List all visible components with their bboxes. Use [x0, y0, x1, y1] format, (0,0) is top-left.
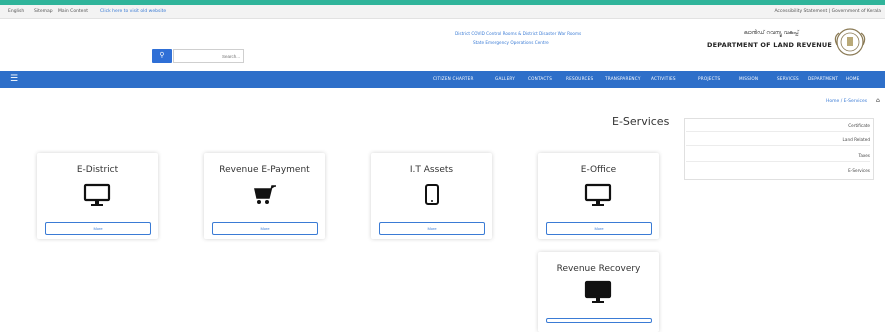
service-card-e-office: E-Office More — [538, 153, 659, 239]
department-name-malayalam: ലാൻഡ് റവന്യൂ വകുപ്പ് — [744, 30, 799, 36]
nav-item-projects[interactable]: PROJECTS — [698, 76, 720, 81]
service-card-revenue-recovery: Revenue Recovery — [538, 252, 659, 332]
department-name[interactable]: DEPARTMENT OF LAND REVENUE — [707, 41, 832, 49]
nav-item-gallery[interactable]: GALLERY — [495, 76, 515, 81]
service-card-it-assets: I.T Assets More — [371, 153, 492, 239]
more-button[interactable]: More — [379, 222, 485, 235]
old-website-link[interactable]: Click here to visit old website — [100, 9, 166, 14]
state-emblem-icon — [834, 28, 866, 56]
nav-item-transparency[interactable]: TRANSPARENCY — [605, 76, 641, 81]
search-icon: ⚲ — [159, 52, 165, 59]
page-title: E-Services — [612, 115, 670, 128]
monitor-icon — [584, 280, 612, 303]
service-card-e-district: E-District More — [37, 153, 158, 239]
nav-item-home[interactable]: HOME — [846, 76, 860, 81]
sidebar-item-certificate[interactable]: Certificate — [686, 120, 870, 132]
announcement-link-emergency-centre[interactable]: State Emergency Operations Centre — [473, 40, 549, 45]
search-button[interactable]: ⚲ — [152, 49, 172, 63]
nav-item-department[interactable]: DEPARTMENT — [808, 76, 838, 81]
breadcrumb[interactable]: Home / E-Services — [826, 99, 867, 104]
announcement-link-control-rooms[interactable]: District COVID Control Rooms & District … — [455, 31, 581, 36]
card-title: Revenue E-Payment — [219, 165, 310, 175]
sidebar-item-land-related[interactable]: Land Related — [686, 134, 870, 146]
tablet-icon — [425, 184, 439, 205]
accessibility-links[interactable]: Accessibility Statement | Government of … — [774, 9, 881, 14]
nav-item-contacts[interactable]: CONTACTS — [528, 76, 552, 81]
search-input[interactable] — [173, 49, 244, 63]
more-button[interactable]: More — [546, 222, 652, 235]
cart-icon — [254, 185, 276, 204]
nav-item-activities[interactable]: ACTIVITIES — [651, 76, 676, 81]
topbar-link-sitemap[interactable]: Sitemap — [34, 9, 53, 14]
monitor-icon — [83, 183, 111, 206]
card-title: E-Office — [580, 165, 617, 175]
card-title: Revenue Recovery — [556, 264, 641, 274]
card-title: I.T Assets — [409, 165, 454, 175]
nav-item-resources[interactable]: RESOURCES — [566, 76, 593, 81]
card-title: E-District — [76, 165, 119, 175]
sidebar-item-e-services[interactable]: E-Services — [686, 165, 870, 177]
more-button[interactable]: More — [45, 222, 151, 235]
nav-item-citizen-charter[interactable]: CITIZEN CHARTER — [433, 76, 474, 81]
topbar-link-english[interactable]: English — [8, 9, 24, 14]
monitor-icon — [584, 183, 612, 206]
topbar-link-main-content[interactable]: Main Content — [58, 9, 88, 14]
sidebar-item-taxes[interactable]: Taxes — [686, 150, 870, 162]
nav-item-services[interactable]: SERVICES — [777, 76, 799, 81]
more-button[interactable] — [546, 318, 652, 323]
nav-item-mission[interactable]: MISSION — [739, 76, 758, 81]
more-button[interactable]: More — [212, 222, 318, 235]
service-card-revenue-e-payment: Revenue E-Payment More — [204, 153, 325, 239]
home-icon[interactable]: ⌂ — [876, 97, 880, 104]
hamburger-menu-icon[interactable]: ☰ — [8, 73, 20, 85]
